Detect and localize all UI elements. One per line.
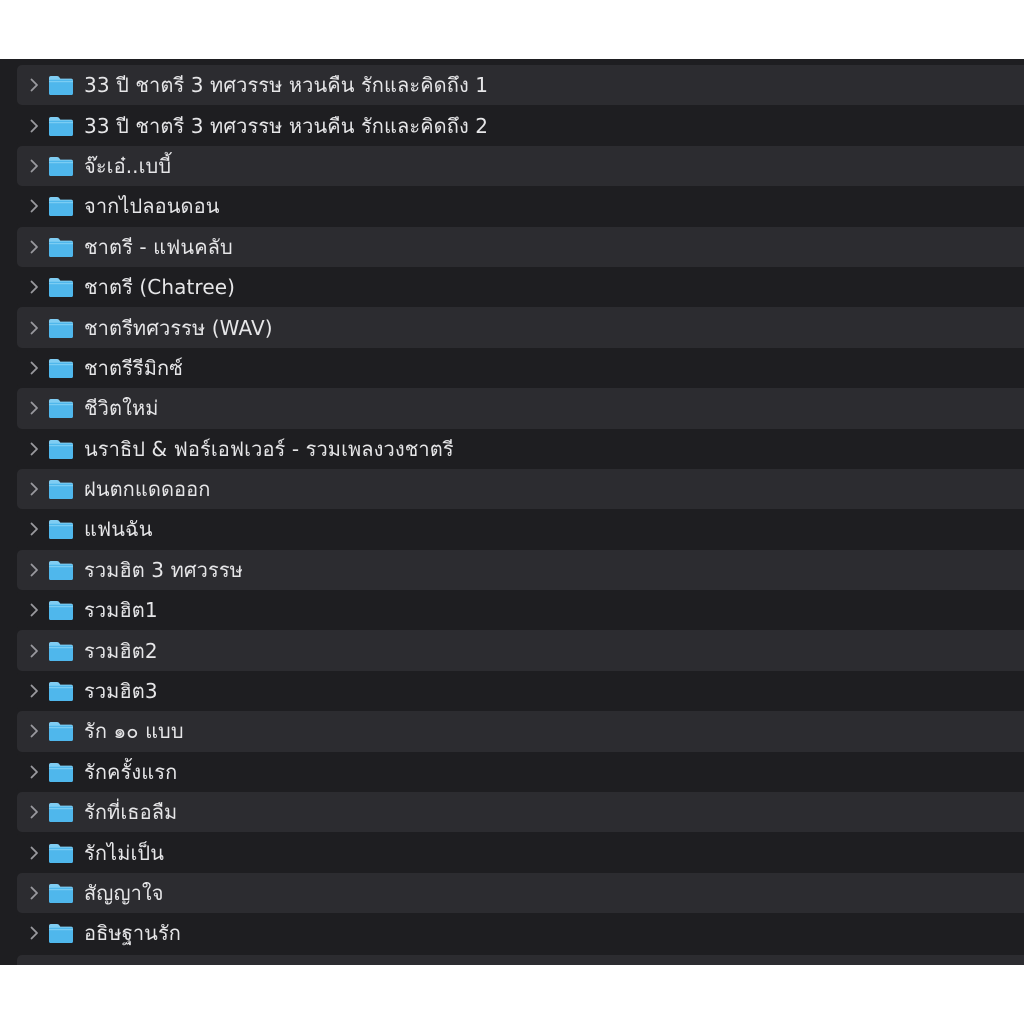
- folder-icon: [48, 720, 74, 742]
- folder-name: รักไม่เป็น: [84, 840, 164, 865]
- finder-window: 33 ปี ชาตรี 3 ทศวรรษ หวนคืน รักและคิดถึง…: [0, 59, 1024, 965]
- chevron-right-icon[interactable]: [27, 765, 41, 779]
- chevron-right-icon[interactable]: [27, 846, 41, 860]
- folder-name: 33 ปี ชาตรี 3 ทศวรรษ หวนคืน รักและคิดถึง…: [84, 113, 489, 138]
- screenshot-page: 33 ปี ชาตรี 3 ทศวรรษ หวนคืน รักและคิดถึง…: [0, 0, 1024, 1024]
- folder-name: ชาตรี (Chatree): [84, 275, 236, 300]
- folder-icon: [48, 74, 74, 96]
- folder-list: 33 ปี ชาตรี 3 ทศวรรษ หวนคืน รักและคิดถึง…: [17, 65, 1024, 954]
- folder-row[interactable]: แฟนฉัน: [17, 509, 1024, 550]
- folder-icon: [48, 397, 74, 419]
- folder-row[interactable]: รักที่เธอลืม: [17, 792, 1024, 833]
- chevron-right-icon[interactable]: [27, 159, 41, 173]
- folder-icon: [48, 842, 74, 864]
- chevron-right-icon[interactable]: [27, 603, 41, 617]
- folder-name: อธิษฐานรัก: [84, 921, 181, 946]
- chevron-right-icon[interactable]: [27, 361, 41, 375]
- folder-icon: [48, 922, 74, 944]
- chevron-right-icon[interactable]: [27, 926, 41, 940]
- folder-icon: [48, 478, 74, 500]
- chevron-right-icon[interactable]: [27, 724, 41, 738]
- folder-row[interactable]: อธิษฐานรัก: [17, 913, 1024, 954]
- chevron-right-icon[interactable]: [27, 280, 41, 294]
- chevron-right-icon[interactable]: [27, 401, 41, 415]
- chevron-right-icon[interactable]: [27, 78, 41, 92]
- chevron-right-icon[interactable]: [27, 522, 41, 536]
- folder-row[interactable]: รัก ๑๐ แบบ: [17, 711, 1024, 752]
- folder-name: รวมฮิต 3 ทศวรรษ: [84, 557, 243, 582]
- folder-row[interactable]: ชาตรีทศวรรษ (WAV): [17, 307, 1024, 348]
- folder-icon: [48, 559, 74, 581]
- folder-row[interactable]: รวมฮิต2: [17, 630, 1024, 671]
- folder-icon: [48, 317, 74, 339]
- folder-row[interactable]: รักไม่เป็น: [17, 832, 1024, 873]
- folder-row[interactable]: ชาตรีรีมิกซ์: [17, 347, 1024, 389]
- chevron-right-icon[interactable]: [27, 240, 41, 254]
- folder-icon: [48, 276, 74, 298]
- folder-name: รวมฮิต1: [84, 598, 158, 623]
- folder-row[interactable]: ชาตรี - แฟนคลับ: [17, 226, 1024, 267]
- folder-name: รวมฮิต2: [84, 638, 158, 663]
- folder-icon: [48, 680, 74, 702]
- folder-icon: [48, 599, 74, 621]
- folder-name: ชาตรีรีมิกซ์: [84, 355, 183, 380]
- folder-row[interactable]: ชาตรี (Chatree): [17, 266, 1024, 308]
- folder-name: รักครั้งแรก: [84, 759, 178, 784]
- folder-icon: [48, 640, 74, 662]
- folder-icon: [48, 115, 74, 137]
- folder-row[interactable]: จากไปลอนดอน: [17, 186, 1024, 227]
- folder-icon: [48, 357, 74, 379]
- folder-row[interactable]: รวมฮิต3: [17, 670, 1024, 712]
- folder-name: จากไปลอนดอน: [84, 194, 220, 219]
- folder-name: ชีวิตใหม่: [84, 396, 159, 421]
- folder-row[interactable]: นราธิป & ฟอร์เอฟเวอร์ - รวมเพลงวงชาตรี: [17, 428, 1024, 469]
- partial-row: [17, 955, 1024, 965]
- chevron-right-icon[interactable]: [27, 805, 41, 819]
- folder-icon: [48, 518, 74, 540]
- folder-row[interactable]: 33 ปี ชาตรี 3 ทศวรรษ หวนคืน รักและคิดถึง…: [17, 65, 1024, 106]
- chevron-right-icon[interactable]: [27, 563, 41, 577]
- chevron-right-icon[interactable]: [27, 684, 41, 698]
- folder-name: รักที่เธอลืม: [84, 800, 178, 825]
- chevron-right-icon[interactable]: [27, 442, 41, 456]
- folder-icon: [48, 236, 74, 258]
- folder-row[interactable]: รวมฮิต1: [17, 590, 1024, 631]
- chevron-right-icon[interactable]: [27, 199, 41, 213]
- folder-name: ชาตรีทศวรรษ (WAV): [84, 315, 273, 340]
- folder-name: รัก ๑๐ แบบ: [84, 719, 184, 744]
- folder-name: ชาตรี - แฟนคลับ: [84, 234, 233, 259]
- folder-name: สัญญาใจ: [84, 881, 164, 905]
- folder-icon: [48, 195, 74, 217]
- folder-name: นราธิป & ฟอร์เอฟเวอร์ - รวมเพลงวงชาตรี: [84, 436, 454, 461]
- folder-row[interactable]: ฝนตกแดดออก: [17, 468, 1024, 510]
- folder-name: ฝนตกแดดออก: [84, 477, 211, 502]
- folder-row[interactable]: 33 ปี ชาตรี 3 ทศวรรษ หวนคืน รักและคิดถึง…: [17, 105, 1024, 146]
- folder-icon: [48, 761, 74, 783]
- folder-row[interactable]: สัญญาใจ: [17, 872, 1024, 914]
- folder-icon: [48, 801, 74, 823]
- chevron-right-icon[interactable]: [27, 119, 41, 133]
- chevron-right-icon[interactable]: [27, 644, 41, 658]
- folder-icon: [48, 882, 74, 904]
- folder-row[interactable]: ชีวิตใหม่: [17, 388, 1024, 429]
- folder-icon: [48, 155, 74, 177]
- folder-name: แฟนฉัน: [84, 517, 153, 542]
- folder-row[interactable]: รวมฮิต 3 ทศวรรษ: [17, 549, 1024, 591]
- chevron-right-icon[interactable]: [27, 482, 41, 496]
- chevron-right-icon[interactable]: [27, 886, 41, 900]
- folder-name: รวมฮิต3: [84, 679, 158, 704]
- chevron-right-icon[interactable]: [27, 321, 41, 335]
- folder-icon: [48, 438, 74, 460]
- folder-name: 33 ปี ชาตรี 3 ทศวรรษ หวนคืน รักและคิดถึง…: [84, 73, 489, 98]
- folder-name: จ๊ะเอ๋..เบบี้: [84, 153, 172, 178]
- folder-row[interactable]: รักครั้งแรก: [17, 751, 1024, 793]
- folder-row[interactable]: จ๊ะเอ๋..เบบี้: [17, 145, 1024, 187]
